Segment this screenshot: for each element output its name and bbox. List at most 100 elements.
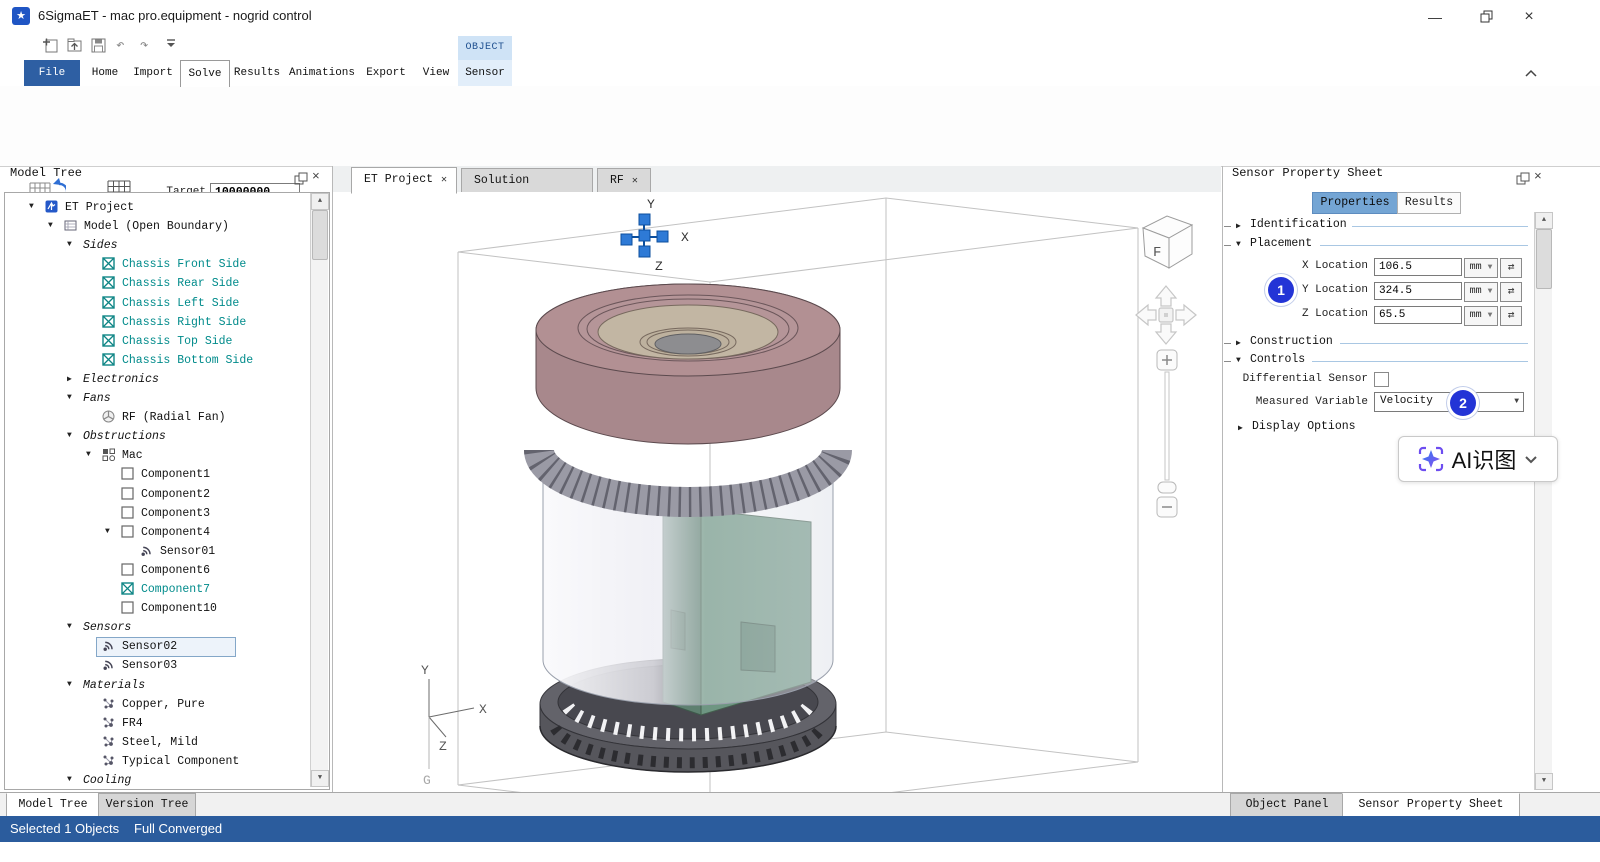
tab-solution-control[interactable]: Solution Control✕ (461, 168, 593, 193)
model-tree-close-icon[interactable]: × (312, 169, 320, 184)
swap-reference-button[interactable]: ⇄ (1500, 258, 1522, 278)
tree-item-sides[interactable]: ▼Sides (5, 236, 327, 255)
scroll-thumb[interactable] (1536, 229, 1552, 289)
tree-item-component10[interactable]: Component10 (5, 599, 327, 618)
pan-control[interactable] (1136, 286, 1196, 344)
tree-item-chassis-left-side[interactable]: Chassis Left Side (5, 294, 327, 313)
collapse-icon[interactable]: ▼ (67, 622, 72, 631)
tree-item-obstructions[interactable]: ▼Obstructions (5, 427, 327, 446)
collapse-icon[interactable]: ▼ (67, 680, 72, 689)
save-button[interactable] (90, 37, 110, 55)
tree-item-mac[interactable]: ▼Mac (5, 446, 327, 465)
section-placement[interactable]: Placement (1250, 237, 1312, 250)
tree-item-sensor03[interactable]: Sensor03 (5, 656, 327, 675)
scroll-up-icon[interactable]: ▲ (1535, 212, 1553, 229)
tree-item-fans[interactable]: ▼Fans (5, 389, 327, 408)
tab-results[interactable]: Results (230, 60, 284, 86)
restore-button[interactable] (1472, 6, 1502, 28)
tab-close-icon[interactable]: ✕ (632, 176, 638, 187)
tree-item-steel-mild[interactable]: Steel, Mild (5, 733, 327, 752)
tree-item-component1[interactable]: Component1 (5, 465, 327, 484)
tree-item-model-open-boundary-[interactable]: ▼Model (Open Boundary) (5, 217, 327, 236)
section-controls[interactable]: Controls (1250, 353, 1305, 366)
tab-object-panel[interactable]: Object Panel (1230, 793, 1344, 817)
display-options-expand-icon[interactable]: ▶ (1238, 423, 1243, 433)
swap-reference-button[interactable]: ⇄ (1500, 282, 1522, 302)
section-display-options[interactable]: Display Options (1252, 420, 1356, 433)
collapse-icon[interactable]: ▼ (29, 202, 34, 211)
tree-item-copper-pure[interactable]: Copper, Pure (5, 695, 327, 714)
tree-item-rf-radial-fan-[interactable]: RF (Radial Fan) (5, 408, 327, 427)
collapse-ribbon-icon[interactable] (1524, 68, 1538, 78)
property-sheet-scrollbar[interactable]: ▲ ▼ (1534, 212, 1552, 790)
tab-sensor-property-sheet[interactable]: Sensor Property Sheet (1342, 793, 1520, 817)
collapse-icon[interactable]: ▼ (105, 527, 110, 536)
collapse-icon[interactable]: ▼ (67, 431, 72, 440)
section-construction[interactable]: Construction (1250, 335, 1333, 348)
measured-variable-dropdown[interactable]: Velocity ▼ (1374, 392, 1524, 412)
scroll-thumb[interactable] (312, 210, 328, 260)
tree-item-component7[interactable]: Component7 (5, 580, 327, 599)
y-location-input[interactable] (1374, 282, 1462, 300)
tab-view[interactable]: View (414, 60, 458, 86)
tree-item-component6[interactable]: Component6 (5, 561, 327, 580)
3d-viewport[interactable]: Y X Z Y X Z G F (333, 192, 1221, 792)
unit-dropdown[interactable]: mm ▼ (1464, 282, 1498, 302)
model-tree-float-icon[interactable] (294, 172, 308, 186)
x-location-input[interactable] (1374, 258, 1462, 276)
tree-item-chassis-front-side[interactable]: Chassis Front Side (5, 255, 327, 274)
zoom-slider[interactable] (1157, 350, 1177, 517)
tab-file[interactable]: File (24, 60, 80, 86)
tab-version-tree[interactable]: Version Tree (98, 793, 196, 817)
tree-item-chassis-rear-side[interactable]: Chassis Rear Side (5, 274, 327, 293)
tree-item-component4[interactable]: ▼Component4 (5, 523, 327, 542)
open-button[interactable] (66, 37, 86, 55)
collapse-icon[interactable]: ▼ (67, 240, 72, 249)
undo-button[interactable]: ↶ (116, 37, 136, 55)
tree-item-component2[interactable]: Component2 (5, 485, 327, 504)
collapse-icon[interactable]: ▼ (48, 221, 53, 230)
z-location-input[interactable] (1374, 306, 1462, 324)
ai-recognize-button[interactable]: AI识图 (1398, 436, 1558, 482)
tree-item-fr4[interactable]: FR4 (5, 714, 327, 733)
construction-expand-icon[interactable]: ▶ (1236, 338, 1241, 348)
placement-collapse-icon[interactable]: ▼ (1236, 240, 1241, 249)
tab-animations[interactable]: Animations (286, 60, 358, 86)
property-sheet-float-icon[interactable] (1516, 172, 1530, 186)
close-button[interactable]: × (1514, 6, 1544, 28)
tab-import[interactable]: Import (128, 60, 178, 86)
model-tree-scrollbar[interactable]: ▲ ▼ (310, 193, 328, 787)
tree-item-chassis-top-side[interactable]: Chassis Top Side (5, 332, 327, 351)
tree-item-sensor01[interactable]: Sensor01 (5, 542, 327, 561)
unit-dropdown[interactable]: mm ▼ (1464, 258, 1498, 278)
tab-close-icon[interactable]: ✕ (441, 175, 447, 186)
unit-dropdown[interactable]: mm ▼ (1464, 306, 1498, 326)
collapse-icon[interactable]: ▼ (67, 775, 72, 784)
identification-expand-icon[interactable]: ▶ (1236, 221, 1241, 231)
tab-home[interactable]: Home (84, 60, 126, 86)
view-cube[interactable]: F (1143, 216, 1192, 268)
tree-item-sensor02[interactable]: Sensor02 (5, 637, 327, 656)
scroll-up-icon[interactable]: ▲ (311, 193, 329, 210)
tab-properties[interactable]: Properties (1312, 192, 1398, 214)
collapse-icon[interactable]: ▼ (67, 393, 72, 402)
tree-item-sensors[interactable]: ▼Sensors (5, 618, 327, 637)
tree-item-chassis-bottom-side[interactable]: Chassis Bottom Side (5, 351, 327, 370)
tab-model-tree-bottom[interactable]: Model Tree (6, 793, 100, 817)
sensor-gizmo[interactable]: Y X Z (621, 197, 689, 274)
scroll-down-icon[interactable]: ▼ (1535, 773, 1553, 790)
tab-solve[interactable]: Solve (180, 60, 230, 87)
minimize-button[interactable]: — (1420, 6, 1450, 28)
toolbar-more-button[interactable] (164, 37, 184, 55)
tab-export[interactable]: Export (360, 60, 412, 86)
tab-results[interactable]: Results (1397, 192, 1461, 214)
section-identification[interactable]: Identification (1250, 218, 1347, 231)
scroll-down-icon[interactable]: ▼ (311, 770, 329, 787)
tab-sensor[interactable]: Sensor (458, 60, 512, 86)
property-sheet-close-icon[interactable]: × (1534, 169, 1542, 184)
differential-sensor-checkbox[interactable] (1374, 372, 1389, 387)
controls-collapse-icon[interactable]: ▼ (1236, 356, 1241, 365)
tree-item-typical-component[interactable]: Typical Component (5, 752, 327, 771)
expand-icon[interactable]: ▶ (67, 374, 72, 384)
tab-et-project[interactable]: ET Project✕ (351, 167, 457, 194)
